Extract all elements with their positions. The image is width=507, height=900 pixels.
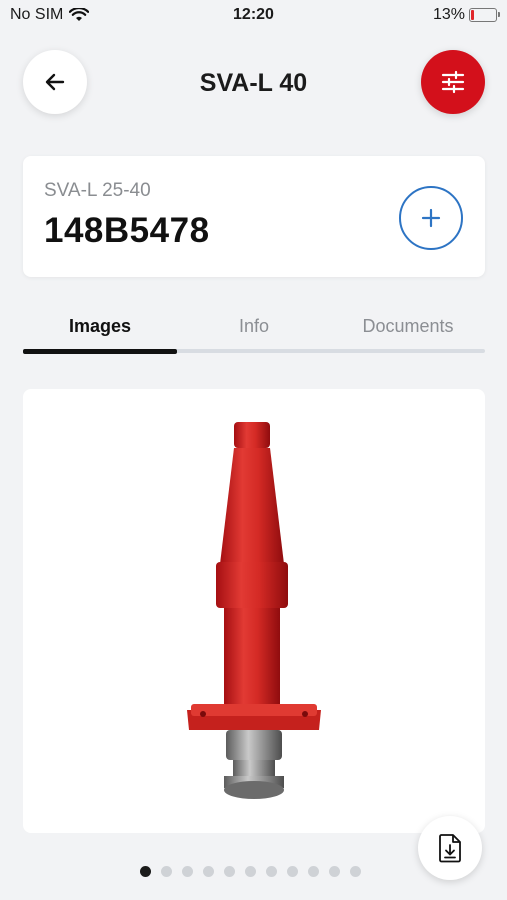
battery-icon	[469, 8, 500, 22]
tab-images[interactable]: Images	[23, 316, 177, 337]
pagination-dots[interactable]	[140, 866, 361, 878]
pagination-dot[interactable]	[308, 866, 319, 877]
tab-bar: Images Info Documents	[23, 306, 485, 356]
filter-button[interactable]	[421, 50, 485, 114]
tab-info[interactable]: Info	[177, 316, 331, 337]
product-code: 148B5478	[44, 211, 210, 250]
valve-product-image	[187, 422, 321, 799]
pagination-dot[interactable]	[329, 866, 340, 877]
status-bar: No SIM 12:20 13%	[0, 0, 507, 30]
tab-documents[interactable]: Documents	[331, 316, 485, 337]
plus-icon	[421, 208, 441, 228]
download-button[interactable]	[418, 816, 482, 880]
battery-info: 13%	[432, 6, 500, 24]
tab-active-indicator	[23, 349, 177, 354]
app-header: SVA-L 40	[0, 50, 507, 114]
pagination-dot[interactable]	[224, 866, 235, 877]
pagination-dot[interactable]	[161, 866, 172, 877]
pagination-dot[interactable]	[140, 866, 151, 877]
pagination-dot[interactable]	[287, 866, 298, 877]
pagination-dot[interactable]	[350, 866, 361, 877]
sliders-icon	[441, 70, 465, 94]
product-subtitle: SVA-L 25-40	[44, 180, 151, 201]
pagination-dot[interactable]	[203, 866, 214, 877]
image-gallery[interactable]	[23, 389, 485, 833]
battery-percent: 13%	[432, 6, 465, 23]
pagination-dot[interactable]	[245, 866, 256, 877]
pagination-dot[interactable]	[182, 866, 193, 877]
clock: 12:20	[233, 6, 274, 23]
file-download-icon	[439, 834, 461, 863]
pagination-dot[interactable]	[266, 866, 277, 877]
product-card: SVA-L 25-40 148B5478	[23, 156, 485, 277]
add-button[interactable]	[399, 186, 463, 250]
